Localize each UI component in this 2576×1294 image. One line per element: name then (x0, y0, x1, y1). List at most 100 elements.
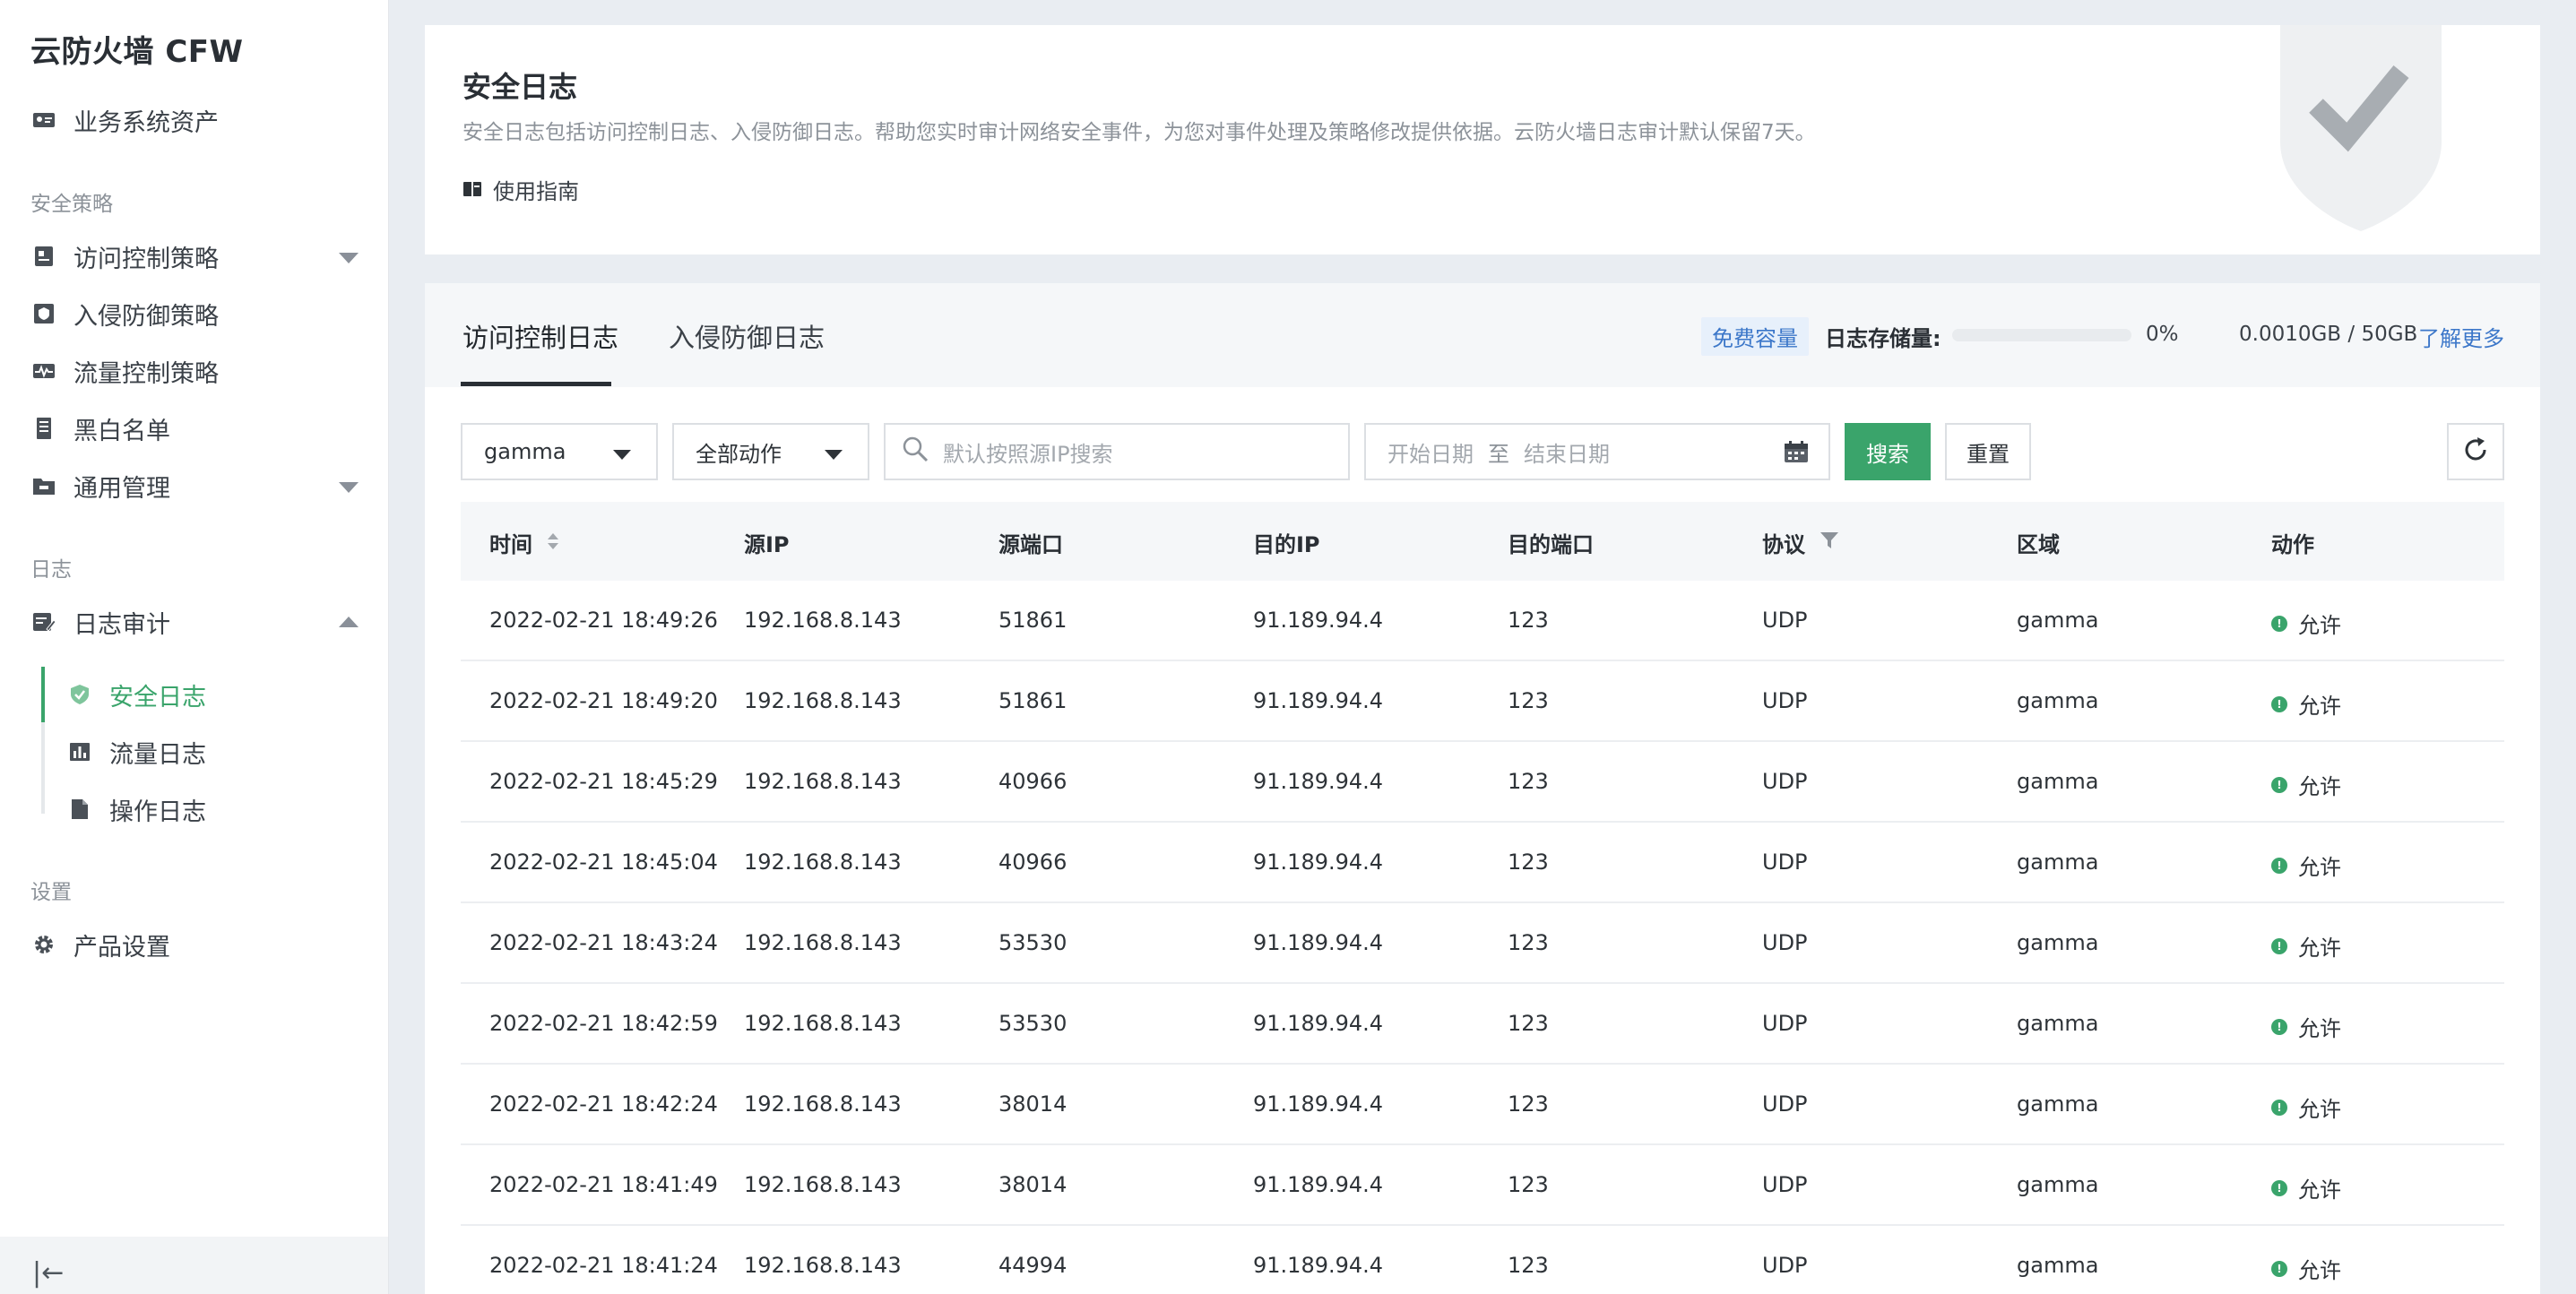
sidebar-item-product-settings[interactable]: 产品设置 (30, 923, 170, 966)
sidebar-item-flow-policy[interactable]: 流量控制策略 (30, 349, 219, 393)
folder-icon (30, 472, 57, 499)
collapse-sidebar-button[interactable]: |← (32, 1257, 64, 1289)
free-capacity-badge: 免费容量 (1701, 317, 1809, 356)
cell-action: ! 允许 (2271, 1172, 2341, 1203)
list-icon (30, 415, 57, 442)
tab-access-control-log[interactable]: 访问控制日志 (462, 317, 618, 355)
id-card-icon (30, 107, 57, 134)
cell-dst-ip: 91.189.94.4 (1253, 769, 1384, 794)
action-label: 允许 (2298, 1016, 2341, 1041)
sort-icon[interactable] (547, 531, 559, 556)
cell-src-port: 51861 (998, 608, 1068, 633)
user-guide-link[interactable]: 使用指南 (462, 174, 579, 205)
cell-zone: gamma (2017, 930, 2099, 955)
cell-action: ! 允许 (2271, 930, 2341, 962)
cell-dst-port: 123 (1508, 1091, 1549, 1117)
sidebar-item-intrusion-policy[interactable]: 入侵防御策略 (30, 292, 219, 335)
sidebar-item-security-log[interactable]: 安全日志 (68, 671, 206, 718)
sidebar-item-flow-log[interactable]: 流量日志 (68, 729, 206, 775)
cell-protocol: UDP (1762, 1011, 1808, 1036)
cell-time: 2022-02-21 18:49:20 (489, 688, 718, 713)
active-tab-indicator (461, 382, 611, 386)
cell-protocol: UDP (1762, 688, 1808, 713)
action-label: 允许 (2298, 1258, 2341, 1283)
cell-action: ! 允许 (2271, 769, 2341, 800)
allow-status-icon: ! (2271, 857, 2287, 874)
allow-status-icon: ! (2271, 615, 2287, 632)
sidebar-item-op-log[interactable]: 操作日志 (68, 786, 206, 832)
region-select[interactable]: gamma (461, 423, 658, 480)
allow-status-icon: ! (2271, 695, 2287, 712)
column-header-label: 协议 (1762, 532, 1805, 557)
sidebar-item-label: 日志审计 (73, 610, 170, 639)
table-body: 2022-02-21 18:49:26 192.168.8.143 51861 91.… (461, 581, 2504, 1294)
column-header-label: 目的IP (1253, 532, 1320, 557)
column-header-label: 时间 (489, 532, 532, 557)
action-select[interactable]: 全部动作 (672, 423, 869, 480)
cell-action: ! 允许 (2271, 688, 2341, 720)
cell-src-port: 40966 (998, 769, 1068, 794)
search-placeholder: 默认按照源IP搜索 (943, 441, 1113, 467)
sidebar-item-label: 业务系统资产 (73, 108, 219, 137)
storage-label: 日志存储量: (1825, 326, 1941, 351)
column-header-label: 目的端口 (1508, 532, 1594, 557)
th-time[interactable]: 时间 (489, 527, 559, 558)
learn-more-link[interactable]: 了解更多 (2418, 321, 2504, 352)
page-title: 安全日志 (462, 70, 578, 104)
sidebar-item-blackwhite[interactable]: 黑白名单 (30, 407, 170, 450)
sidebar-item-access-policy[interactable]: 访问控制策略 (30, 235, 359, 278)
column-header-label: 区域 (2017, 532, 2060, 557)
cell-protocol: UDP (1762, 1091, 1808, 1117)
user-guide-label: 使用指南 (493, 179, 579, 204)
cell-src-ip: 192.168.8.143 (744, 1172, 902, 1197)
cell-dst-port: 123 (1508, 608, 1549, 633)
edit-log-icon (30, 608, 57, 635)
gear-icon (30, 931, 57, 958)
sidebar-item-assets[interactable]: 业务系统资产 (30, 99, 219, 142)
cell-time: 2022-02-21 18:41:49 (489, 1172, 718, 1197)
action-label: 允许 (2298, 1178, 2341, 1203)
waveform-icon (30, 358, 57, 384)
allow-status-icon: ! (2271, 1179, 2287, 1196)
allow-status-icon: ! (2271, 1260, 2287, 1277)
cell-dst-ip: 91.189.94.4 (1253, 1091, 1384, 1117)
action-label: 允许 (2298, 1097, 2341, 1122)
table-header: 时间 源IP 源端口 目的IP 目的端口 协议 区域 动作 (461, 502, 2504, 581)
cell-time: 2022-02-21 18:42:24 (489, 1091, 718, 1117)
allow-status-icon: ! (2271, 937, 2287, 954)
sidebar-item-log-audit[interactable]: 日志审计 (30, 600, 359, 643)
sidebar-item-general[interactable]: 通用管理 (30, 464, 359, 507)
th-protocol[interactable]: 协议 (1762, 527, 1839, 558)
cell-zone: gamma (2017, 608, 2099, 633)
date-range-picker[interactable]: 开始日期 至 结束日期 (1364, 423, 1830, 480)
refresh-button[interactable] (2447, 423, 2504, 480)
cell-src-port: 38014 (998, 1091, 1068, 1117)
tab-intrusion-log[interactable]: 入侵防御日志 (669, 317, 825, 355)
allow-status-icon: ! (2271, 1018, 2287, 1035)
chevron-down-icon (339, 253, 359, 263)
cell-action: ! 允许 (2271, 1253, 2341, 1284)
cell-time: 2022-02-21 18:43:24 (489, 930, 718, 955)
reset-button[interactable]: 重置 (1945, 423, 2031, 480)
cell-dst-port: 123 (1508, 1011, 1549, 1036)
cell-protocol: UDP (1762, 608, 1808, 633)
cell-action: ! 允许 (2271, 1091, 2341, 1123)
cell-dst-port: 123 (1508, 1172, 1549, 1197)
cell-dst-ip: 91.189.94.4 (1253, 850, 1384, 875)
th-action: 动作 (2271, 527, 2314, 558)
cell-protocol: UDP (1762, 850, 1808, 875)
table-row: 2022-02-21 18:42:59 192.168.8.143 53530 91.… (461, 984, 2504, 1065)
cell-src-port: 38014 (998, 1172, 1068, 1197)
search-button[interactable]: 搜索 (1845, 423, 1931, 480)
sidebar-item-label: 访问控制策略 (73, 245, 219, 273)
sidebar-item-label: 入侵防御策略 (73, 302, 219, 331)
brand-title: 云防火墙 CFW (30, 34, 244, 70)
filter-icon[interactable] (1820, 531, 1839, 556)
cell-dst-port: 123 (1508, 850, 1549, 875)
date-range-separator: 至 (1488, 441, 1509, 467)
search-input[interactable]: 默认按照源IP搜索 (884, 423, 1350, 480)
cell-src-port: 40966 (998, 850, 1068, 875)
section-label-settings: 设置 (30, 881, 72, 904)
submenu-active-indicator (41, 667, 45, 722)
cell-time: 2022-02-21 18:45:29 (489, 769, 718, 794)
